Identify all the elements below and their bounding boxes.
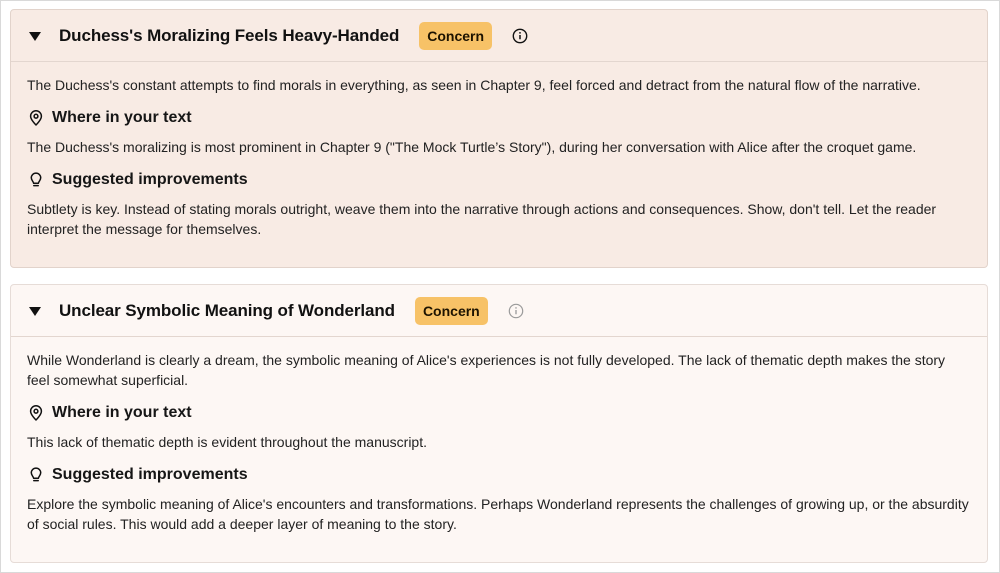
card-description: The Duchess's constant attempts to find … xyxy=(27,77,921,93)
info-icon[interactable] xyxy=(508,303,524,319)
lightbulb-icon xyxy=(27,171,45,189)
suggest-text: Explore the symbolic meaning of Alice's … xyxy=(27,496,969,532)
suggest-label: Suggested improvements xyxy=(52,466,248,483)
where-heading: Where in your text xyxy=(27,109,971,127)
where-text: The Duchess's moralizing is most promine… xyxy=(27,139,917,155)
concern-badge: Concern xyxy=(419,21,493,50)
suggest-heading: Suggested improvements xyxy=(27,171,971,189)
card-title: Duchess's Moralizing Feels Heavy-Handed xyxy=(59,25,400,45)
map-pin-icon xyxy=(27,109,45,127)
suggest-heading: Suggested improvements xyxy=(27,466,971,484)
where-label: Where in your text xyxy=(52,109,192,126)
card-header[interactable]: Duchess's Moralizing Feels Heavy-Handed … xyxy=(11,10,987,62)
caret-down-icon[interactable] xyxy=(29,31,41,41)
where-heading: Where in your text xyxy=(27,404,971,422)
card-body: The Duchess's constant attempts to find … xyxy=(11,62,987,239)
caret-down-icon[interactable] xyxy=(29,306,41,316)
suggest-label: Suggested improvements xyxy=(52,171,248,188)
feedback-card: Duchess's Moralizing Feels Heavy-Handed … xyxy=(10,9,988,268)
where-label: Where in your text xyxy=(52,404,192,421)
concern-badge: Concern xyxy=(414,296,488,325)
suggest-text: Subtlety is key. Instead of stating mora… xyxy=(27,201,937,237)
where-text: This lack of thematic depth is evident t… xyxy=(27,434,427,450)
card-description: While Wonderland is clearly a dream, the… xyxy=(27,352,946,388)
info-icon[interactable] xyxy=(512,28,528,44)
feedback-card: Unclear Symbolic Meaning of Wonderland C… xyxy=(10,284,988,563)
card-header[interactable]: Unclear Symbolic Meaning of Wonderland C… xyxy=(11,285,987,337)
lightbulb-icon xyxy=(27,466,45,484)
card-body: While Wonderland is clearly a dream, the… xyxy=(11,337,987,534)
map-pin-icon xyxy=(27,404,45,422)
card-title: Unclear Symbolic Meaning of Wonderland xyxy=(59,300,395,320)
